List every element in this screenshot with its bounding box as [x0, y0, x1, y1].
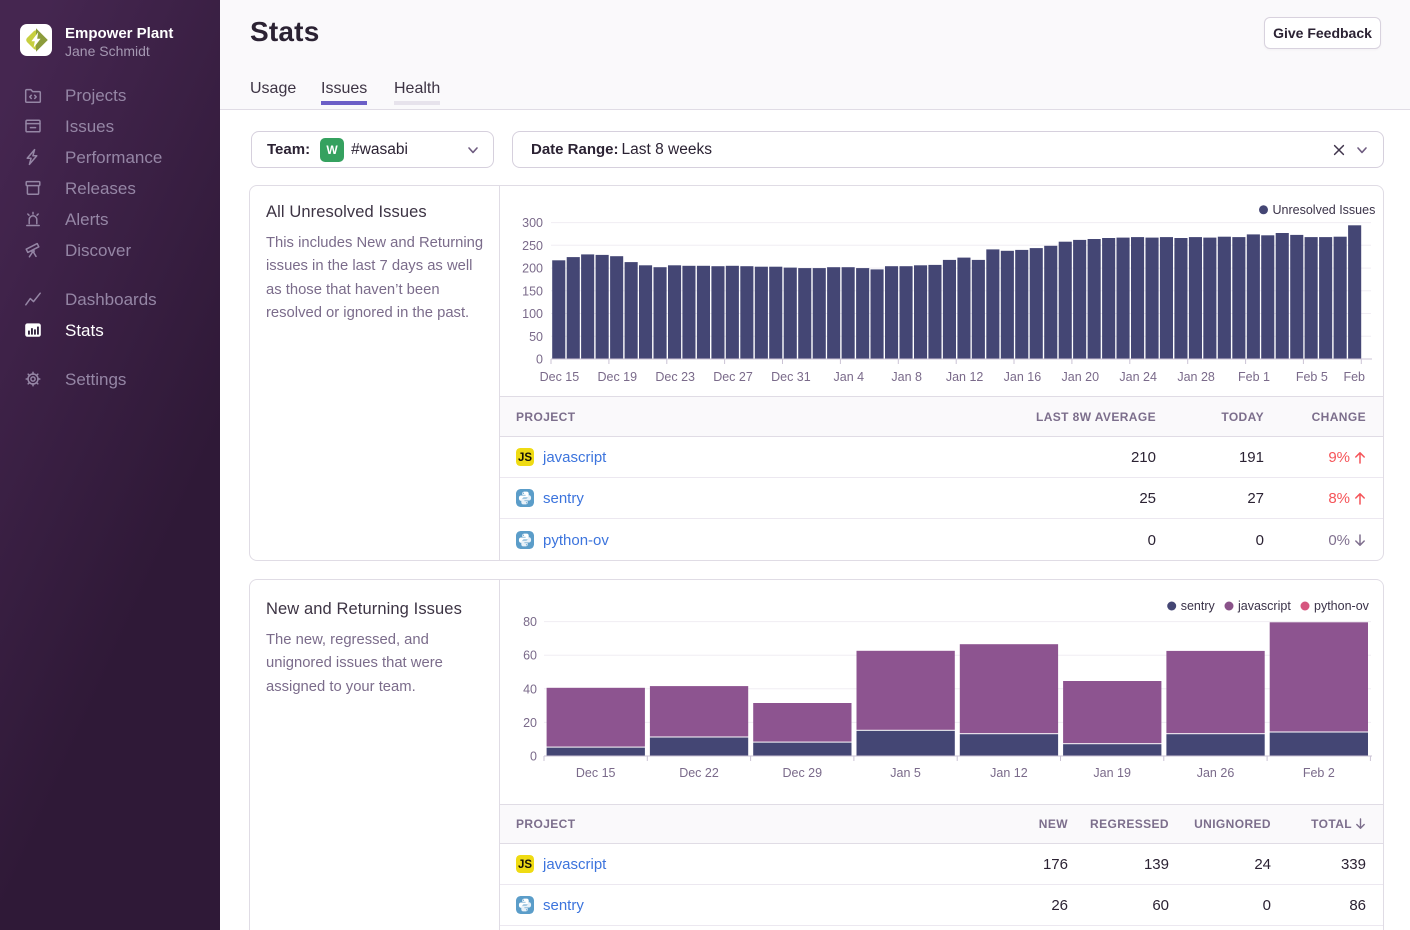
svg-text:250: 250 — [522, 239, 543, 253]
svg-text:Jan 24: Jan 24 — [1119, 370, 1157, 384]
svg-text:Feb 1: Feb 1 — [1238, 370, 1270, 384]
svg-text:300: 300 — [522, 216, 543, 230]
svg-text:javascript: javascript — [1237, 599, 1291, 613]
svg-text:Jan 19: Jan 19 — [1093, 766, 1131, 780]
svg-text:20: 20 — [523, 716, 537, 730]
svg-text:Dec 22: Dec 22 — [679, 766, 719, 780]
svg-text:sentry: sentry — [1181, 599, 1216, 613]
svg-text:100: 100 — [522, 307, 543, 321]
svg-text:Jan 28: Jan 28 — [1177, 370, 1215, 384]
svg-text:Dec 27: Dec 27 — [713, 370, 753, 384]
svg-text:40: 40 — [523, 682, 537, 696]
svg-text:Feb 2: Feb 2 — [1303, 766, 1335, 780]
svg-text:Dec 15: Dec 15 — [540, 370, 580, 384]
svg-text:0: 0 — [536, 353, 543, 367]
svg-text:Dec 15: Dec 15 — [576, 766, 616, 780]
svg-text:Jan 4: Jan 4 — [834, 370, 865, 384]
svg-text:Dec 29: Dec 29 — [782, 766, 822, 780]
svg-text:0: 0 — [530, 750, 537, 764]
svg-text:Jan 8: Jan 8 — [891, 370, 922, 384]
svg-text:50: 50 — [529, 330, 543, 344]
svg-text:Feb 5: Feb 5 — [1296, 370, 1328, 384]
svg-text:80: 80 — [523, 615, 537, 629]
svg-text:Jan 12: Jan 12 — [946, 370, 984, 384]
svg-text:Feb: Feb — [1343, 370, 1365, 384]
svg-text:200: 200 — [522, 262, 543, 276]
svg-text:150: 150 — [522, 284, 543, 298]
svg-text:Jan 16: Jan 16 — [1004, 370, 1042, 384]
svg-text:JS: JS — [518, 859, 532, 871]
svg-text:Jan 5: Jan 5 — [890, 766, 921, 780]
svg-text:Jan 26: Jan 26 — [1197, 766, 1235, 780]
svg-text:Unresolved Issues: Unresolved Issues — [1273, 203, 1376, 217]
svg-text:60: 60 — [523, 649, 537, 663]
svg-text:Dec 31: Dec 31 — [771, 370, 811, 384]
svg-text:Jan 12: Jan 12 — [990, 766, 1028, 780]
svg-text:Jan 20: Jan 20 — [1062, 370, 1100, 384]
svg-text:Dec 19: Dec 19 — [597, 370, 637, 384]
svg-text:python-ov: python-ov — [1314, 599, 1370, 613]
svg-text:Dec 23: Dec 23 — [655, 370, 695, 384]
svg-text:JS: JS — [518, 452, 532, 464]
